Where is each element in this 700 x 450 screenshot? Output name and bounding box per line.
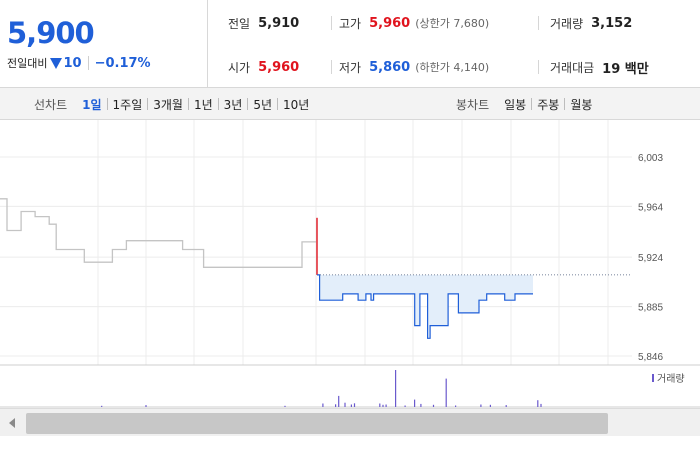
current-price: 5,900 <box>7 16 95 50</box>
intraday-price-chart: 6,003 5,964 5,924 5,885 5,846 거래량 <box>0 120 700 408</box>
volume-bar <box>338 395 340 407</box>
volume-bar <box>385 404 387 407</box>
y-tick-label: 6,003 <box>638 153 663 164</box>
volume-bar <box>432 404 435 407</box>
price-summary: 5,900 전일대비 10 −0.17% <box>0 0 208 88</box>
upper-limit: (상한가 7,680) <box>415 17 490 30</box>
scroll-thumb[interactable] <box>26 413 608 434</box>
period-3y-tab[interactable]: 3년 <box>219 96 248 113</box>
volume-bar <box>344 402 346 407</box>
stat-label: 저가 <box>339 60 362 75</box>
volume-bars <box>101 370 542 407</box>
volume-legend-label: 거래량 <box>657 373 685 385</box>
stock-widget: 5,900 전일대비 10 −0.17% 전일 5,910 고가 5,960 (… <box>0 0 700 450</box>
stat-volume: 거래량 3,152 <box>550 14 632 32</box>
divider <box>331 16 332 30</box>
volume-bar <box>420 403 422 407</box>
divider <box>87 56 89 70</box>
candle-chart-periods: 봉차트 일봉 주봉 월봉 <box>456 88 597 120</box>
volume-bar <box>335 404 337 407</box>
volume-bar <box>101 405 103 407</box>
stat-value: 3,152 <box>591 15 633 31</box>
volume-bar <box>489 404 491 407</box>
change-label: 전일대비 <box>7 57 48 70</box>
volume-bar <box>284 405 286 407</box>
candle-chart-label: 봉차트 <box>456 97 490 112</box>
stat-high: 고가 5,960 (상한가 7,680) <box>339 14 489 32</box>
stat-label: 시가 <box>228 60 251 75</box>
stat-low: 저가 5,860 (하한가 4,140) <box>339 58 489 76</box>
volume-legend: 거래량 <box>652 373 685 385</box>
candle-weekly-tab[interactable]: 주봉 <box>532 96 564 113</box>
chart-scrollbar[interactable] <box>0 408 700 436</box>
stat-value: 5,910 <box>258 15 300 31</box>
volume-bar <box>540 403 542 407</box>
volume-bar <box>322 403 324 407</box>
lower-limit: (하한가 4,140) <box>415 61 490 74</box>
stat-value: 19 백만 <box>602 61 649 77</box>
volume-bar <box>414 399 416 407</box>
change-percent: −0.17% <box>94 55 151 71</box>
chart-toolbar: 선차트 1일 1주일 3개월 1년 3년 5년 10년 봉차트 일봉 주봉 월봉 <box>0 88 700 120</box>
stat-label: 고가 <box>339 16 362 31</box>
candle-monthly-tab[interactable]: 월봉 <box>565 96 597 113</box>
down-triangle-icon <box>50 57 63 69</box>
candle-daily-tab[interactable]: 일봉 <box>499 96 531 113</box>
volume-bar <box>379 403 381 407</box>
stat-value: 5,960 <box>258 59 300 75</box>
y-tick-label: 5,924 <box>638 253 663 264</box>
volume-bar <box>395 370 397 407</box>
divider <box>538 60 539 74</box>
stat-amount: 거래대금 19 백만 <box>550 58 649 77</box>
volume-bar <box>353 403 356 407</box>
stat-label: 거래대금 <box>550 60 595 75</box>
period-5y-tab[interactable]: 5년 <box>248 96 277 113</box>
volume-bar <box>350 404 352 407</box>
volume-legend-swatch <box>652 374 654 382</box>
volume-bar <box>480 404 482 407</box>
chart-grid <box>0 120 700 408</box>
volume-bar <box>445 378 447 407</box>
stat-value: 5,960 <box>369 15 411 31</box>
volume-bar <box>537 400 539 407</box>
change-row: 전일대비 10 −0.17% <box>7 54 151 72</box>
stat-label: 거래량 <box>550 16 584 31</box>
scroll-left-button[interactable] <box>0 409 24 437</box>
line-chart-label: 선차트 <box>34 97 68 112</box>
change-amount: 10 <box>63 55 82 71</box>
y-tick-label: 5,846 <box>638 352 663 363</box>
volume-bar <box>404 405 406 407</box>
volume-bar <box>455 405 457 407</box>
period-1w-tab[interactable]: 1주일 <box>108 96 148 113</box>
period-10y-tab[interactable]: 10년 <box>278 96 314 113</box>
period-1y-tab[interactable]: 1년 <box>189 96 218 113</box>
volume-bar <box>145 405 147 407</box>
stat-value: 5,860 <box>369 59 411 75</box>
arrow-left-icon <box>9 418 15 428</box>
y-axis: 6,003 5,964 5,924 5,885 5,846 <box>638 153 663 363</box>
period-1d-tab[interactable]: 1일 <box>77 96 106 113</box>
divider <box>331 60 332 74</box>
volume-bar <box>382 404 384 407</box>
stat-label: 전일 <box>228 16 251 31</box>
stat-prev-close: 전일 5,910 <box>228 14 299 32</box>
stats-panel: 전일 5,910 고가 5,960 (상한가 7,680) 거래량 3,152 … <box>208 0 700 88</box>
period-3m-tab[interactable]: 3개월 <box>148 96 188 113</box>
volume-bar <box>505 405 507 407</box>
divider <box>538 16 539 30</box>
y-tick-label: 5,964 <box>638 202 663 213</box>
line-chart-periods: 선차트 1일 1주일 3개월 1년 3년 5년 10년 <box>34 88 314 120</box>
stat-open: 시가 5,960 <box>228 58 299 76</box>
y-tick-label: 5,885 <box>638 303 663 314</box>
